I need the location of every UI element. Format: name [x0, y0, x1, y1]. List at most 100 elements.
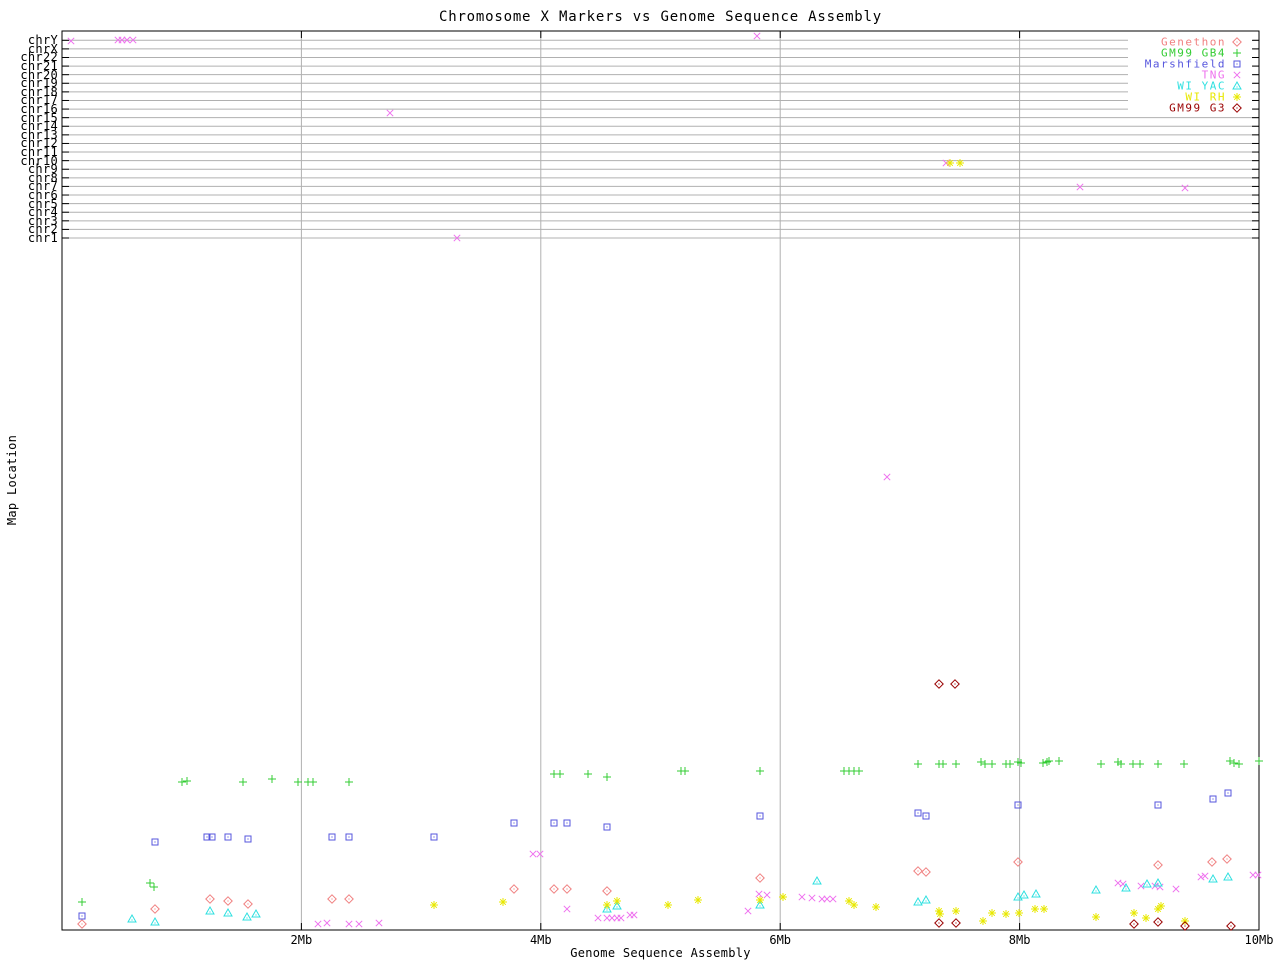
data-point — [1153, 860, 1163, 870]
data-point — [1222, 854, 1232, 864]
data-point — [563, 905, 571, 913]
data-point — [1226, 757, 1234, 765]
data-point — [1226, 921, 1236, 931]
data-point — [939, 760, 947, 768]
chart-canvas: Chromosome X Markers vs Genome Sequence … — [0, 0, 1280, 960]
data-point — [1223, 871, 1233, 881]
data-point — [755, 873, 765, 883]
data-point — [430, 901, 438, 909]
data-point — [499, 898, 507, 906]
data-point — [355, 920, 363, 928]
data-point — [223, 896, 233, 906]
data-point — [183, 777, 191, 785]
plot-area — [61, 30, 1263, 931]
data-point — [694, 896, 702, 904]
data-point — [1019, 889, 1029, 899]
data-point — [922, 812, 930, 820]
x-tick-label-2mb: 2Mb — [290, 933, 313, 947]
data-point — [1136, 760, 1144, 768]
data-point — [664, 901, 672, 909]
data-point — [855, 767, 863, 775]
data-point — [779, 893, 787, 901]
data-point — [1121, 882, 1131, 892]
data-point — [956, 159, 964, 167]
data-point — [323, 919, 331, 927]
data-point — [1201, 872, 1209, 880]
chrom-label-chr1: chr1 — [27, 231, 58, 245]
data-point — [1142, 914, 1150, 922]
series-wi-rh — [430, 159, 1189, 925]
data-point — [127, 913, 137, 923]
data-point — [603, 823, 611, 831]
data-point — [952, 760, 960, 768]
data-point — [251, 908, 261, 918]
data-point — [1154, 760, 1162, 768]
data-point — [921, 894, 931, 904]
data-point — [386, 109, 394, 117]
data-point — [1092, 913, 1100, 921]
data-point — [345, 920, 353, 928]
data-point — [988, 760, 996, 768]
data-point — [946, 159, 954, 167]
data-point — [812, 875, 822, 885]
data-point — [309, 778, 317, 786]
data-point — [823, 895, 831, 903]
data-point — [151, 838, 159, 846]
x-tick-label-8mb: 8Mb — [1008, 933, 1031, 947]
data-point — [1157, 902, 1165, 910]
data-point — [951, 918, 961, 928]
series-gm99-gb4 — [78, 757, 1263, 906]
data-point — [603, 901, 611, 909]
data-point — [850, 901, 858, 909]
data-point — [67, 37, 75, 45]
data-point — [77, 919, 87, 929]
data-point — [763, 891, 771, 899]
data-point — [1153, 917, 1163, 927]
data-point — [613, 897, 621, 905]
data-point — [602, 886, 612, 896]
data-point — [845, 897, 853, 905]
data-point — [744, 907, 752, 915]
data-point — [756, 812, 764, 820]
legend-marker-wi-rh — [1233, 93, 1241, 101]
data-point — [205, 894, 215, 904]
series-tng — [67, 32, 1262, 928]
data-point — [510, 819, 518, 827]
data-point — [1172, 885, 1180, 893]
data-point — [1039, 759, 1047, 767]
data-point — [1013, 857, 1023, 867]
data-point — [681, 767, 689, 775]
data-point — [756, 767, 764, 775]
data-point — [223, 907, 233, 917]
data-point — [988, 909, 996, 917]
data-point — [1076, 183, 1084, 191]
x-tick-label-4mb: 4Mb — [529, 933, 552, 947]
data-point — [1230, 759, 1238, 767]
data-point — [979, 917, 987, 925]
data-point — [981, 760, 989, 768]
data-point — [550, 819, 558, 827]
data-point — [914, 809, 922, 817]
plot-border — [61, 30, 1260, 931]
data-point — [1055, 757, 1063, 765]
data-point — [294, 778, 302, 786]
data-point — [1015, 909, 1023, 917]
data-point — [327, 894, 337, 904]
data-point — [1181, 184, 1189, 192]
data-point — [1255, 757, 1263, 765]
data-point — [1040, 905, 1048, 913]
data-point — [594, 914, 602, 922]
data-point — [1130, 909, 1138, 917]
data-point — [1154, 801, 1162, 809]
data-point — [630, 911, 638, 919]
data-point — [977, 758, 985, 766]
data-point — [78, 912, 86, 920]
series-gm99-g3 — [934, 679, 1236, 931]
data-point — [268, 775, 276, 783]
data-point — [1091, 884, 1101, 894]
series-marshfield — [78, 789, 1232, 920]
data-point — [78, 898, 86, 906]
data-point — [808, 894, 816, 902]
data-point — [242, 911, 252, 921]
data-point — [1207, 857, 1217, 867]
